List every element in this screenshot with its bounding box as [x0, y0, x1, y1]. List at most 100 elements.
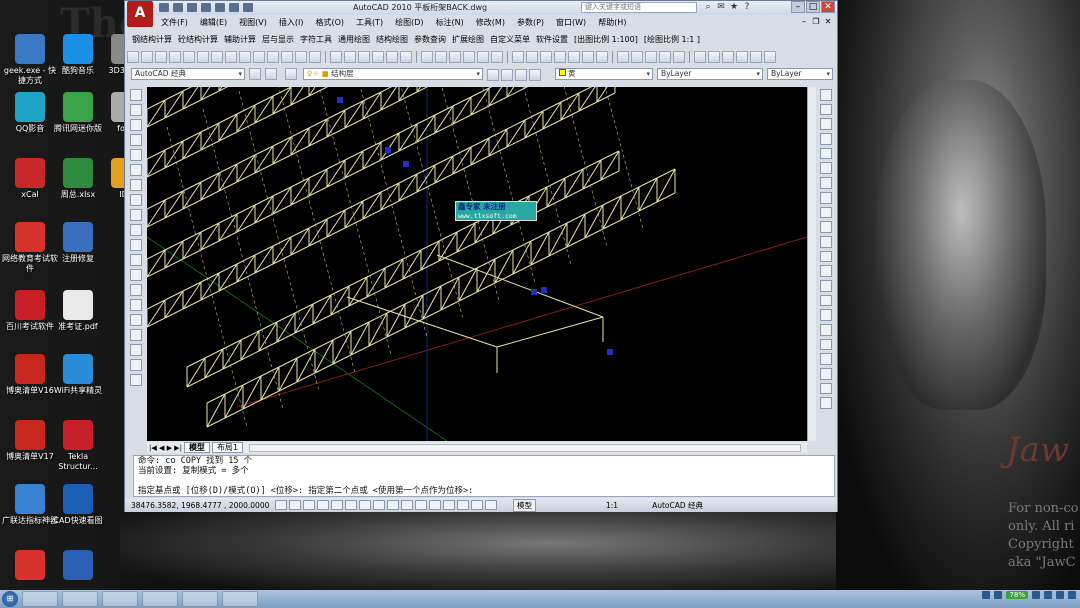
modify-tool-icon[interactable] [820, 338, 832, 351]
draw-tool-icon[interactable] [130, 254, 142, 266]
menu-item[interactable]: 绘图(D) [389, 16, 429, 30]
workspace-save-icon[interactable] [265, 68, 277, 80]
drawing-canvas[interactable]: 鑫专家 未注册 www.tlxsoft.com [147, 87, 807, 441]
command-window[interactable]: 命令: co COPY 找到 15 个 当前设置: 复制模式 = 多个 指定基点… [133, 455, 835, 497]
plugin-menu-item[interactable]: 层与显示 [259, 33, 297, 47]
start-button[interactable]: ⊞ [2, 591, 18, 607]
toolbar-button-icon[interactable] [239, 50, 251, 63]
draw-tool-icon[interactable] [130, 149, 142, 161]
draw-tool-icon[interactable] [130, 284, 142, 296]
plugin-menu-item[interactable]: 字符工具 [297, 33, 335, 47]
toolbar-button-icon[interactable] [540, 50, 552, 63]
model-space-button[interactable]: 模型 [513, 498, 536, 512]
toolbar-button-icon[interactable] [659, 50, 671, 63]
toolbar-button-icon[interactable] [582, 50, 594, 63]
menu-item[interactable]: 帮助(H) [592, 16, 632, 30]
plugin-menu-item[interactable]: [绘图比例 1:1 ] [641, 33, 703, 47]
menu-item[interactable]: 编辑(E) [194, 16, 233, 30]
help-icon[interactable] [982, 591, 991, 599]
modify-tool-icon[interactable] [820, 162, 832, 175]
toolbar-button-icon[interactable] [463, 50, 475, 63]
autocad-logo-icon[interactable]: A [127, 1, 153, 27]
new-icon[interactable] [159, 3, 169, 12]
plugin-menu-item[interactable]: 结构绘图 [373, 33, 411, 47]
toolbar-button-icon[interactable] [645, 50, 657, 63]
doc-close-button[interactable]: ✕ [823, 17, 833, 27]
modify-tool-icon[interactable] [820, 191, 832, 204]
status-toggle-icon[interactable] [443, 500, 455, 510]
tab-layout1[interactable]: 布局1 [211, 442, 244, 453]
taskbar-app-iQIYI-icon[interactable] [22, 591, 58, 607]
toolbar-button-icon[interactable] [344, 50, 356, 63]
modify-tool-icon[interactable] [820, 177, 832, 189]
plugin-menu-item[interactable]: 软件设置 [533, 33, 571, 47]
toolbar-button-icon[interactable] [477, 50, 489, 63]
toolbar-button-icon[interactable] [449, 50, 461, 63]
draw-tool-icon[interactable] [130, 269, 142, 281]
toolbar-button-icon[interactable] [750, 50, 762, 63]
toolbar-button-icon[interactable] [421, 50, 433, 63]
ime-icon[interactable] [1044, 591, 1052, 599]
toolbar-button-icon[interactable] [309, 50, 321, 63]
toolbar-button-icon[interactable] [400, 50, 412, 63]
toolbar-button-icon[interactable] [512, 50, 524, 63]
plugin-menu-item[interactable]: 自定义菜单 [487, 33, 533, 47]
toolbar-button-icon[interactable] [281, 50, 293, 63]
modify-tool-icon[interactable] [820, 250, 832, 263]
status-toggle-icon[interactable] [359, 500, 371, 510]
annotation-scale[interactable]: 1:1 [606, 501, 618, 510]
layer-manager-icon[interactable] [285, 68, 297, 80]
menu-item[interactable]: 视图(V) [233, 16, 273, 30]
horizontal-scrollbar[interactable] [249, 443, 801, 452]
desktop-icon[interactable]: CAD快速看图 [50, 484, 106, 526]
toolbar-button-icon[interactable] [253, 50, 265, 63]
modify-tool-icon[interactable] [820, 294, 832, 307]
status-toggle-icon[interactable] [331, 500, 343, 510]
layer-dropdown[interactable]: ♀☼ ■ 结构层 [303, 68, 483, 80]
menu-item[interactable]: 窗口(W) [550, 16, 592, 30]
status-toggle-icon[interactable] [303, 500, 315, 510]
modify-tool-icon[interactable] [820, 89, 832, 101]
toolbar-button-icon[interactable] [487, 68, 499, 81]
modify-tool-icon[interactable] [820, 324, 832, 336]
toolbar-button-icon[interactable] [736, 50, 748, 63]
modify-tool-icon[interactable] [820, 133, 832, 145]
modify-tool-icon[interactable] [820, 382, 832, 395]
toolbar-button-icon[interactable] [501, 68, 513, 81]
menu-item[interactable]: 修改(M) [470, 16, 511, 30]
doc-restore-button[interactable]: ❐ [811, 17, 821, 27]
status-toggle-icon[interactable] [415, 500, 427, 510]
modify-tool-icon[interactable] [820, 221, 832, 233]
draw-tool-icon[interactable] [130, 329, 142, 341]
toolbar-button-icon[interactable] [596, 50, 608, 63]
toolbar-button-icon[interactable] [183, 50, 195, 63]
modify-tool-icon[interactable] [820, 368, 832, 380]
toolbar-button-icon[interactable] [722, 50, 734, 63]
tray-app-icon[interactable] [1068, 591, 1076, 599]
minimize-button[interactable]: – [791, 1, 805, 13]
draw-tool-icon[interactable] [130, 344, 142, 356]
toolbar-button-icon[interactable] [673, 50, 685, 63]
print-icon[interactable] [243, 3, 253, 12]
draw-tool-icon[interactable] [130, 164, 142, 176]
menu-item[interactable]: 工具(T) [350, 16, 389, 30]
toolbar-button-icon[interactable] [617, 50, 629, 63]
toolbar-button-icon[interactable] [515, 68, 527, 81]
toolbar-button-icon[interactable] [141, 50, 153, 63]
desktop-icon[interactable]: Tekla Structur... [50, 420, 106, 472]
close-button[interactable]: ✕ [821, 1, 835, 13]
plugin-menu-item[interactable]: [出图比例 1:100] [571, 33, 641, 47]
lineweight-dropdown[interactable]: ByLayer [767, 68, 833, 80]
status-toggle-icon[interactable] [317, 500, 329, 510]
modify-tool-icon[interactable] [820, 265, 832, 277]
draw-tool-icon[interactable] [130, 224, 142, 236]
modify-tool-icon[interactable] [820, 118, 832, 131]
toolbar-button-icon[interactable] [197, 50, 209, 63]
workspace-switch[interactable]: AutoCAD 经典 [652, 500, 703, 511]
taskbar-app-pdf-icon[interactable] [222, 591, 258, 607]
modify-tool-icon[interactable] [820, 309, 832, 321]
draw-tool-icon[interactable] [130, 374, 142, 386]
desktop-icon[interactable] [50, 550, 106, 582]
toolbar-button-icon[interactable] [330, 50, 342, 63]
desktop-icon[interactable]: 准考证.pdf [50, 290, 106, 332]
